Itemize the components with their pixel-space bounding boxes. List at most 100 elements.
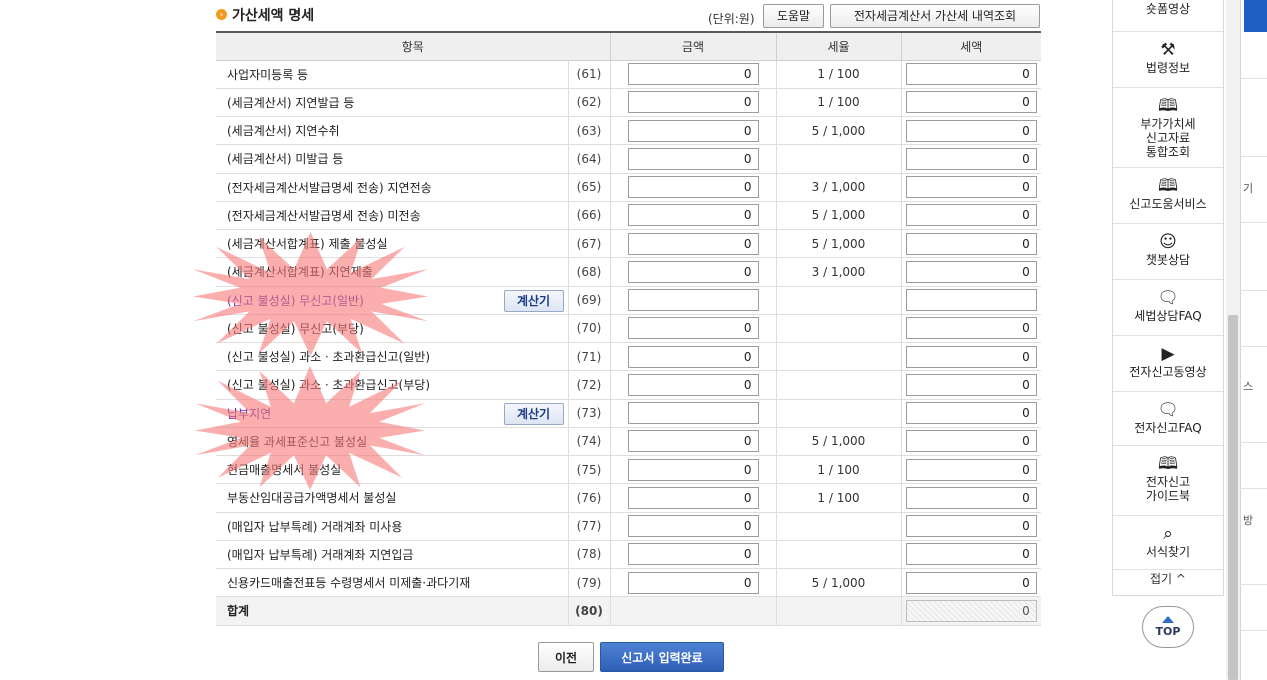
tax-input[interactable]	[905, 147, 1037, 170]
tax-input[interactable]	[905, 176, 1037, 199]
table-row: (매입자 납부특례) 거래계좌 미사용 (77)	[216, 512, 1041, 541]
scrollbar-thumb[interactable]	[1228, 315, 1238, 680]
tax-cell	[900, 483, 1041, 513]
tax-cell	[900, 399, 1041, 428]
tax-input[interactable]	[905, 402, 1037, 425]
amount-input[interactable]	[627, 430, 759, 453]
tax-cell	[900, 427, 1041, 457]
row-code: (69)	[567, 286, 610, 315]
help-button[interactable]: 도움말	[763, 4, 824, 28]
amount-input[interactable]	[627, 317, 759, 340]
tax-input[interactable]	[905, 543, 1037, 566]
tax-input[interactable]	[905, 458, 1037, 481]
row-label: 영세율 과세표준신고 불성실	[227, 434, 368, 449]
quick-menu-item[interactable]: 🕮 부가가치세 신고자료 통합조회	[1113, 88, 1223, 168]
background-text: 방	[1243, 514, 1254, 527]
row-label: 사업자미등록 등	[227, 67, 309, 82]
tax-input[interactable]	[905, 486, 1037, 509]
table-row: 신용카드매출전표등 수령명세서 미제출·과다기재 (79) 5 / 1,000	[216, 568, 1041, 598]
complete-input-button[interactable]: 신고서 입력완료	[600, 642, 724, 672]
tax-rate	[775, 399, 901, 428]
table-row: 납부지연 계산기 (73)	[216, 399, 1041, 428]
row-label: (세금계산서합계표) 제출 불성실	[227, 237, 388, 252]
amount-input[interactable]	[627, 63, 759, 86]
quick-menu-item[interactable]: ⌕ 서식찾기	[1113, 516, 1223, 570]
amount-input[interactable]	[627, 260, 759, 283]
row-label-cell: (매입자 납부특례) 거래계좌 미사용	[216, 512, 568, 541]
tax-input[interactable]	[905, 430, 1037, 453]
total-amount-cell	[609, 596, 776, 626]
amount-input[interactable]	[627, 402, 759, 425]
total-code: (80)	[567, 596, 610, 626]
row-code: (79)	[567, 568, 610, 598]
tax-input[interactable]	[905, 515, 1037, 538]
divider	[1240, 630, 1267, 631]
divider	[1240, 346, 1267, 347]
tax-cell	[900, 286, 1041, 315]
quick-menu-label: 챗봇상담	[1145, 253, 1191, 267]
quick-menu-item[interactable]: ☺ 챗봇상담	[1113, 224, 1223, 280]
amount-input[interactable]	[627, 458, 759, 481]
quick-menu-label: 서식찾기	[1145, 545, 1191, 559]
tax-input[interactable]	[905, 232, 1037, 255]
amount-input[interactable]	[627, 543, 759, 566]
amount-input[interactable]	[627, 571, 759, 594]
e-invoice-penalty-inquiry-button[interactable]: 전자세금계산서 가산세 내역조회	[830, 4, 1040, 28]
tax-rate	[775, 370, 901, 400]
amount-input[interactable]	[627, 119, 759, 142]
tax-input[interactable]	[905, 345, 1037, 368]
calculator-button[interactable]: 계산기	[503, 289, 564, 312]
row-code: (75)	[567, 455, 610, 485]
tax-cell	[900, 229, 1041, 259]
search-icon: ⌕	[1163, 524, 1173, 544]
amount-input[interactable]	[627, 232, 759, 255]
prev-button[interactable]: 이전	[538, 642, 594, 672]
quick-menu-item[interactable]: 🗨 전자신고FAQ	[1113, 392, 1223, 446]
top-button[interactable]: TOP	[1142, 606, 1194, 648]
calculator-button[interactable]: 계산기	[503, 402, 564, 425]
quick-menu-item[interactable]: 🕮 신고도움서비스	[1113, 168, 1223, 224]
tax-input[interactable]	[905, 260, 1037, 283]
amount-input[interactable]	[627, 91, 759, 114]
total-label: 합계	[216, 596, 568, 626]
amount-input[interactable]	[627, 345, 759, 368]
row-label-cell: (세금계산서) 미발급 등	[216, 144, 568, 174]
divider	[1240, 584, 1267, 585]
row-code: (63)	[567, 116, 610, 146]
background-banner	[1244, 0, 1267, 32]
amount-input[interactable]	[627, 176, 759, 199]
tax-rate: 5 / 1,000	[775, 201, 901, 231]
amount-cell	[609, 455, 776, 485]
fold-button[interactable]: 접기 ^	[1113, 570, 1223, 587]
row-label: 부동산임대공급가액명세서 불성실	[227, 491, 397, 506]
tax-input[interactable]	[905, 289, 1037, 312]
tax-cell	[900, 342, 1041, 372]
row-label-cell: 현금매출명세서 불성실	[216, 455, 568, 485]
quick-menu-item[interactable]: ▶ 전자신고동영상	[1113, 336, 1223, 392]
row-label: (세금계산서) 미발급 등	[227, 152, 344, 167]
quick-menu-label: 전자신고 가이드북	[1145, 475, 1191, 503]
divider	[1240, 156, 1267, 157]
tax-input[interactable]	[905, 204, 1037, 227]
total-tax-input	[905, 599, 1037, 622]
tax-input[interactable]	[905, 373, 1037, 396]
quick-menu-item[interactable]: 🗨 세법상담FAQ	[1113, 280, 1223, 336]
amount-input[interactable]	[627, 486, 759, 509]
tax-input[interactable]	[905, 91, 1037, 114]
tax-input[interactable]	[905, 63, 1037, 86]
tax-input[interactable]	[905, 119, 1037, 142]
row-label-cell: 납부지연 계산기	[216, 399, 568, 428]
amount-input[interactable]	[627, 289, 759, 312]
row-label: (신고 불성실) 과소ㆍ초과환급신고(부당)	[227, 378, 430, 393]
quick-menu-item[interactable]: 숏폼영상	[1113, 0, 1223, 32]
divider	[1240, 442, 1267, 443]
amount-input[interactable]	[627, 147, 759, 170]
quick-menu-item[interactable]: 🕮 전자신고 가이드북	[1113, 446, 1223, 516]
tax-input[interactable]	[905, 571, 1037, 594]
tax-input[interactable]	[905, 317, 1037, 340]
amount-input[interactable]	[627, 515, 759, 538]
amount-input[interactable]	[627, 204, 759, 227]
row-label-cell: (신고 불성실) 무신고(부당)	[216, 314, 568, 344]
amount-input[interactable]	[627, 373, 759, 396]
quick-menu-item[interactable]: ⚒ 법령정보	[1113, 32, 1223, 88]
